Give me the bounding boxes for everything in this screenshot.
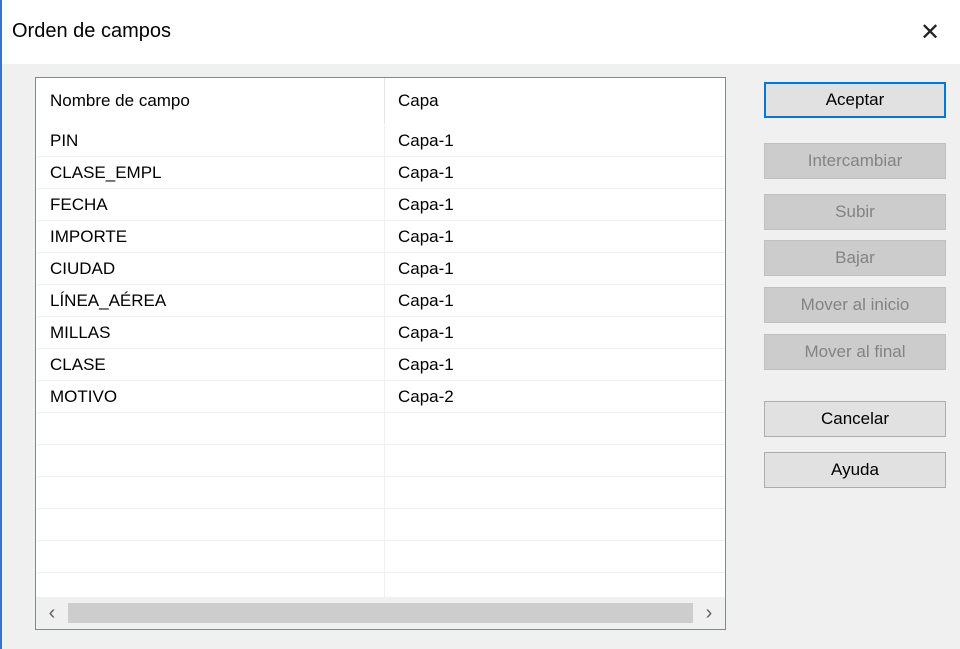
table-row[interactable] — [36, 509, 725, 541]
field-name-cell: CIUDAD — [36, 253, 385, 284]
table-row[interactable]: MILLAS Capa-1 — [36, 317, 725, 349]
layer-cell — [385, 541, 725, 572]
table-row[interactable] — [36, 445, 725, 477]
table-row[interactable]: MOTIVO Capa-2 — [36, 381, 725, 413]
layer-cell — [385, 445, 725, 476]
field-name-cell: CLASE — [36, 349, 385, 380]
column-header-layer[interactable]: Capa — [385, 78, 725, 124]
field-name-cell: MILLAS — [36, 317, 385, 348]
accept-button[interactable]: Aceptar — [764, 82, 946, 118]
column-header-field-name[interactable]: Nombre de campo — [36, 78, 385, 124]
layer-cell: Capa-1 — [398, 259, 454, 278]
chevron-right-icon: › — [705, 601, 713, 624]
field-name-cell: IMPORTE — [36, 221, 385, 252]
move-down-button[interactable]: Bajar — [764, 240, 946, 276]
list-header: Nombre de campo Capa — [36, 78, 725, 124]
field-name-cell — [36, 509, 385, 540]
table-row[interactable] — [36, 477, 725, 509]
table-row[interactable] — [36, 413, 725, 445]
list-rows: PIN Capa-1 CLASE_EMPL Capa-1 FECHA Capa-1 IMPO… — [36, 125, 725, 605]
horizontal-scrollbar[interactable]: ‹ › — [36, 597, 725, 629]
dialog-title: Orden de campos — [12, 20, 171, 42]
table-row[interactable]: LÍNEA_AÉREA Capa-1 — [36, 285, 725, 317]
layer-cell: Capa-1 — [398, 355, 454, 374]
table-row[interactable]: PIN Capa-1 — [36, 125, 725, 157]
chevron-left-icon: ‹ — [48, 601, 56, 624]
layer-cell — [385, 413, 725, 444]
scroll-right-button[interactable]: › — [693, 597, 725, 629]
move-up-button[interactable]: Subir — [764, 194, 946, 230]
table-row[interactable]: CIUDAD Capa-1 — [36, 253, 725, 285]
layer-cell — [385, 509, 725, 540]
field-list[interactable]: Nombre de campo Capa PIN Capa-1 CLASE_EMPL… — [35, 77, 726, 630]
cancel-button[interactable]: Cancelar — [764, 401, 946, 437]
move-to-top-button[interactable]: Mover al inicio — [764, 287, 946, 323]
field-name-cell — [36, 477, 385, 508]
swap-button[interactable]: Intercambiar — [764, 143, 946, 179]
table-row[interactable] — [36, 541, 725, 573]
layer-cell: Capa-1 — [398, 227, 454, 246]
table-row[interactable]: CLASE Capa-1 — [36, 349, 725, 381]
close-icon: ✕ — [919, 18, 941, 46]
title-bar: Orden de campos ✕ — [2, 0, 960, 64]
layer-cell — [385, 477, 725, 508]
layer-cell: Capa-1 — [398, 163, 454, 182]
move-to-bottom-button[interactable]: Mover al final — [764, 334, 946, 370]
scroll-left-button[interactable]: ‹ — [36, 597, 68, 629]
layer-cell: Capa-1 — [398, 131, 454, 150]
field-name-cell — [36, 541, 385, 572]
field-name-cell: MOTIVO — [36, 381, 385, 412]
layer-cell: Capa-1 — [398, 323, 454, 342]
table-row[interactable]: IMPORTE Capa-1 — [36, 221, 725, 253]
field-name-cell — [36, 413, 385, 444]
layer-cell: Capa-1 — [398, 291, 454, 310]
field-name-cell — [36, 445, 385, 476]
field-name-cell: PIN — [36, 125, 385, 156]
layer-cell: Capa-2 — [398, 387, 454, 406]
field-name-cell: FECHA — [36, 189, 385, 220]
help-button[interactable]: Ayuda — [764, 452, 946, 488]
layer-cell: Capa-1 — [398, 195, 454, 214]
table-row[interactable]: FECHA Capa-1 — [36, 189, 725, 221]
scroll-thumb[interactable] — [68, 603, 693, 623]
close-button[interactable]: ✕ — [900, 0, 960, 64]
table-row[interactable]: CLASE_EMPL Capa-1 — [36, 157, 725, 189]
field-name-cell: CLASE_EMPL — [36, 157, 385, 188]
dialog-window: Orden de campos ✕ Nombre de campo Capa P… — [0, 0, 960, 649]
field-name-cell: LÍNEA_AÉREA — [36, 285, 385, 316]
